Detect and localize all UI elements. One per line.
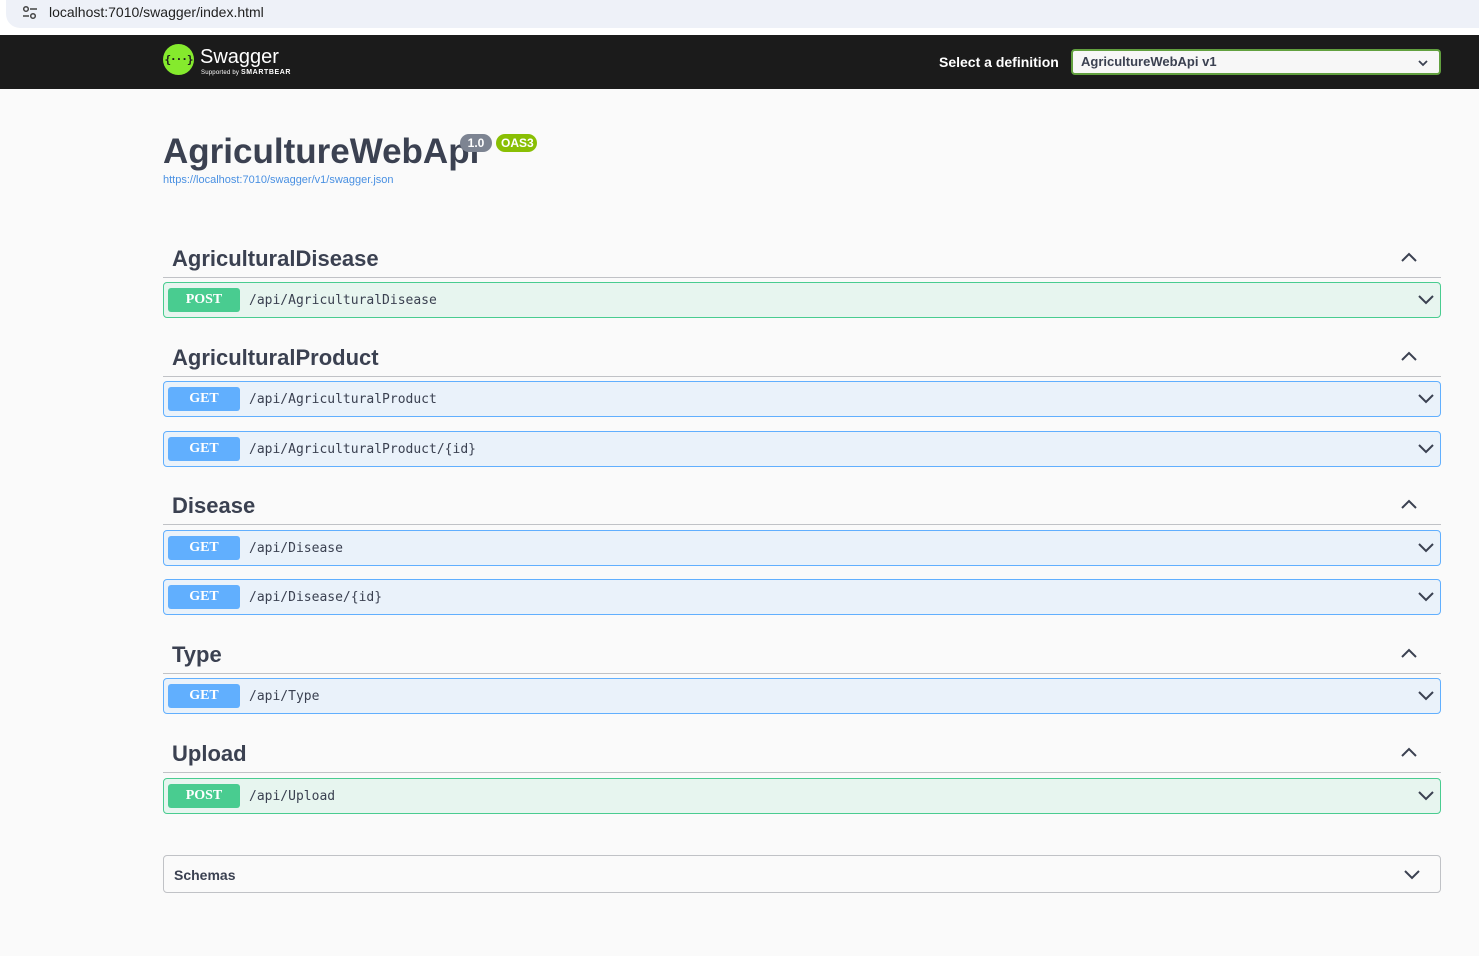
chevron-down-icon[interactable] [1418,443,1434,455]
operation-get-type[interactable]: GET /api/Type [163,678,1441,714]
definition-select[interactable]: AgricultureWebApi v1 [1071,49,1441,75]
tune-icon[interactable] [21,4,39,22]
operation-post-upload[interactable]: POST /api/Upload [163,778,1441,814]
operation-path: /api/AgriculturalProduct [249,392,437,407]
operation-get-disease[interactable]: GET /api/Disease [163,530,1441,566]
oas-badge: OAS3 [496,134,537,152]
tag-header-type[interactable]: Type [163,632,1441,674]
chevron-down-icon[interactable] [1418,591,1434,603]
tag-name: AgriculturalProduct [172,345,379,370]
method-badge: GET [168,684,240,708]
method-badge: GET [168,437,240,461]
browser-address-bar: localhost:7010/swagger/index.html [0,0,1479,35]
address-pill[interactable]: localhost:7010/swagger/index.html [6,0,1479,28]
chevron-up-icon[interactable] [1401,350,1417,362]
chevron-down-icon [1418,60,1428,67]
definition-label: Select a definition [939,54,1059,70]
method-badge: POST [168,784,240,808]
operation-path: /api/Upload [249,789,336,804]
chevron-up-icon[interactable] [1401,647,1417,659]
swagger-topbar: {···} Swagger Supported by SMARTBEAR Sel… [0,35,1479,89]
chevron-down-icon[interactable] [1404,869,1420,881]
tag-name: Type [172,642,222,667]
definition-selected-value: AgricultureWebApi v1 [1081,54,1217,69]
swagger-logo-tagline: Supported by SMARTBEAR [201,69,291,77]
tag-header-agriculturalproduct[interactable]: AgriculturalProduct [163,335,1441,377]
tagline-prefix: Supported by [201,70,240,76]
schemas-section[interactable]: Schemas [163,855,1441,893]
operation-path: /api/AgriculturalDisease [249,293,437,308]
method-badge: GET [168,536,240,560]
tag-name: Disease [172,493,256,518]
chevron-down-icon[interactable] [1418,393,1434,405]
chevron-up-icon[interactable] [1401,251,1417,263]
operation-path: /api/Disease/{id} [249,590,383,605]
api-title: AgricultureWebApi [163,132,480,171]
chevron-down-icon[interactable] [1418,542,1434,554]
swagger-logo-name: Swagger [200,46,279,68]
chevron-up-icon[interactable] [1401,498,1417,510]
spec-json-link[interactable]: https://localhost:7010/swagger/v1/swagge… [163,174,394,187]
tag-header-upload[interactable]: Upload [163,731,1441,773]
tag-header-agriculturaldisease[interactable]: AgriculturalDisease [163,236,1441,278]
operation-path: /api/Disease [249,541,343,556]
chevron-down-icon[interactable] [1418,294,1434,306]
operation-post-agriculturaldisease[interactable]: POST /api/AgriculturalDisease [163,282,1441,318]
method-badge: POST [168,288,240,312]
chevron-up-icon[interactable] [1401,746,1417,758]
tag-name: AgriculturalDisease [172,246,379,271]
operation-get-disease-id[interactable]: GET /api/Disease/{id} [163,579,1441,615]
operation-path: /api/AgriculturalProduct/{id} [249,442,476,457]
chevron-down-icon[interactable] [1418,790,1434,802]
method-badge: GET [168,585,240,609]
version-badge: 1.0 [460,134,492,152]
operation-path: /api/Type [249,689,320,704]
address-url[interactable]: localhost:7010/swagger/index.html [49,4,264,20]
swagger-logo-icon: {···} [163,44,194,75]
chevron-down-icon[interactable] [1418,690,1434,702]
schemas-label: Schemas [174,867,236,883]
tagline-brand: SMARTBEAR [240,69,292,76]
operation-get-agriculturalproduct[interactable]: GET /api/AgriculturalProduct [163,381,1441,417]
operation-get-agriculturalproduct-id[interactable]: GET /api/AgriculturalProduct/{id} [163,431,1441,467]
swagger-logo[interactable]: {···} Swagger Supported by SMARTBEAR [163,44,303,80]
tag-header-disease[interactable]: Disease [163,483,1441,525]
method-badge: GET [168,387,240,411]
tag-name: Upload [172,741,247,766]
